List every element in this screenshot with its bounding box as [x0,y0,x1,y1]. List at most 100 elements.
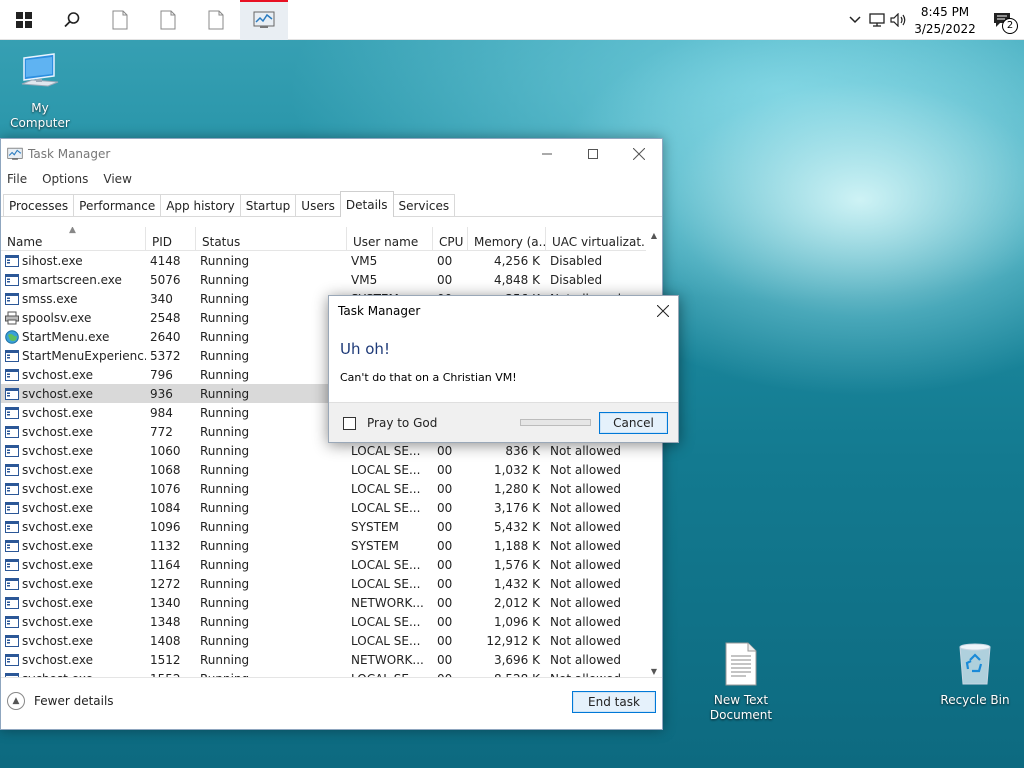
tab-details[interactable]: Details [339,191,394,217]
volume-button[interactable] [888,0,910,40]
process-name: svchost.exe [22,500,93,515]
cell-memory: 12,912 K [486,633,540,648]
process-name: svchost.exe [22,443,93,458]
column-header-status[interactable]: Status [196,227,347,251]
table-row[interactable]: svchost.exe 1340 Running NETWORK... 00 2,012 … [1,593,662,612]
start-button[interactable] [0,0,48,40]
cell-pid: 2640 [150,329,181,344]
cancel-button[interactable]: Cancel [599,412,668,434]
action-center-button[interactable]: 2 [980,0,1024,40]
process-name: smss.exe [22,291,78,306]
cell-name: svchost.exe [1,406,146,420]
menu-view[interactable]: View [103,172,131,186]
cell-cpu: 00 [437,538,453,553]
windows-logo-icon [16,12,32,28]
cell-status: Running [200,519,250,534]
close-icon [633,148,645,160]
taskbar-app-file-2[interactable] [144,0,192,40]
tab-services[interactable]: Services [392,194,456,216]
cell-name: spoolsv.exe [1,311,146,325]
table-row[interactable]: svchost.exe 1084 Running LOCAL SE... 00 3,176… [1,498,662,517]
clock-date: 3/25/2022 [914,22,976,36]
cell-uac-virtualization: Disabled [550,253,603,268]
checkbox-box[interactable] [343,416,356,430]
table-row[interactable]: smartscreen.exe 5076 Running VM5 00 4,848 K Di… [1,270,662,289]
table-row[interactable]: svchost.exe 1096 Running SYSTEM 00 5,432 K Not… [1,517,662,536]
tab-performance[interactable]: Performance [73,194,162,216]
tab-startup[interactable]: Startup [239,194,297,216]
menu-file[interactable]: File [7,172,27,186]
fewer-details-link[interactable]: ▲ Fewer details [7,692,114,710]
search-button[interactable] [48,0,96,40]
cell-pid: 1076 [150,481,181,496]
clock[interactable]: 8:45 PM 3/25/2022 [910,2,980,38]
system-tray: 8:45 PM 3/25/2022 2 [844,0,1024,40]
cell-cpu: 00 [437,500,453,515]
dialog-title-bar[interactable]: Task Manager [329,296,678,326]
cell-uac-virtualization: Disabled [550,272,603,287]
desktop-icon-label: New Text Document [709,693,773,722]
cell-pid: 1132 [150,538,181,553]
taskbar-app-file-3[interactable] [192,0,240,40]
column-header-cpu[interactable]: CPU [433,227,468,251]
process-name: StartMenu.exe [22,329,110,344]
column-header-uac-virtualization[interactable]: UAC virtualizat... [546,227,647,251]
cell-name: svchost.exe [1,558,146,572]
tab-strip: Processes Performance App history Startu… [1,191,662,217]
cell-user-name: LOCAL SE... [351,576,421,591]
column-header-memory[interactable]: Memory (a... [468,227,546,251]
window-app-icon [5,463,19,476]
table-row[interactable]: svchost.exe 1512 Running NETWORK... 00 3,696 … [1,650,662,669]
cell-status: Running [200,481,250,496]
table-row[interactable]: svchost.exe 1348 Running LOCAL SE... 00 1,096… [1,612,662,631]
column-header-user-name[interactable]: User name [347,227,433,251]
column-header-pid[interactable]: PID [146,227,196,251]
table-header: ▲ Name PID Status User name CPU Memory (… [1,227,662,251]
window-title-bar[interactable]: Task Manager [1,139,662,169]
process-name: svchost.exe [22,633,93,648]
table-row[interactable]: svchost.exe 1408 Running LOCAL SE... 00 12,91… [1,631,662,650]
tab-app-history[interactable]: App history [160,194,241,216]
window-app-icon [5,406,19,419]
table-row[interactable]: svchost.exe 1068 Running LOCAL SE... 00 1,032… [1,460,662,479]
cell-name: StartMenuExperienc... [1,349,146,363]
pray-to-god-checkbox[interactable]: Pray to God [343,416,437,430]
scroll-up-arrow-icon[interactable]: ▲ [646,227,662,243]
clock-time: 8:45 PM [920,5,970,19]
close-button[interactable] [616,139,662,169]
maximize-button[interactable] [570,139,616,169]
cell-pid: 1272 [150,576,181,591]
cell-user-name: NETWORK... [351,652,424,667]
network-button[interactable] [866,0,888,40]
tab-processes[interactable]: Processes [3,194,75,216]
dialog-close-button[interactable] [648,296,678,326]
taskbar-app-task-manager[interactable] [240,0,288,40]
task-manager-icon [253,11,275,28]
table-row[interactable]: sihost.exe 4148 Running VM5 00 4,256 K Disable… [1,251,662,270]
desktop-icon-new-text-document[interactable]: New Text Document [701,642,781,723]
cell-uac-virtualization: Not allowed [550,557,622,572]
cell-uac-virtualization: Not allowed [550,595,622,610]
taskbar-app-file-1[interactable] [96,0,144,40]
cell-user-name: SYSTEM [351,538,399,553]
table-row[interactable]: svchost.exe 1272 Running LOCAL SE... 00 1,432… [1,574,662,593]
menu-options[interactable]: Options [42,172,88,186]
desktop-icon-my-computer[interactable]: My Computer [0,50,80,131]
table-row[interactable]: svchost.exe 1076 Running LOCAL SE... 00 1,280… [1,479,662,498]
end-task-button[interactable]: End task [572,691,656,713]
table-row[interactable]: svchost.exe 1132 Running SYSTEM 00 1,188 K Not… [1,536,662,555]
minimize-button[interactable] [524,139,570,169]
show-hidden-icons-button[interactable] [844,0,866,40]
cell-uac-virtualization: Not allowed [550,443,622,458]
table-row[interactable]: svchost.exe 1164 Running LOCAL SE... 00 1,576… [1,555,662,574]
process-name: smartscreen.exe [22,272,122,287]
process-name: svchost.exe [22,595,93,610]
cell-status: Running [200,652,250,667]
cell-status: Running [200,595,250,610]
cell-pid: 5076 [150,272,181,287]
table-row[interactable]: svchost.exe1552RunningLOCAL SE...008,528… [1,669,662,677]
table-row[interactable]: svchost.exe 1060 Running LOCAL SE... 00 836 K… [1,441,662,460]
tab-users[interactable]: Users [295,194,341,216]
desktop-icon-recycle-bin[interactable]: Recycle Bin [935,642,1015,708]
window-app-icon [5,520,19,533]
